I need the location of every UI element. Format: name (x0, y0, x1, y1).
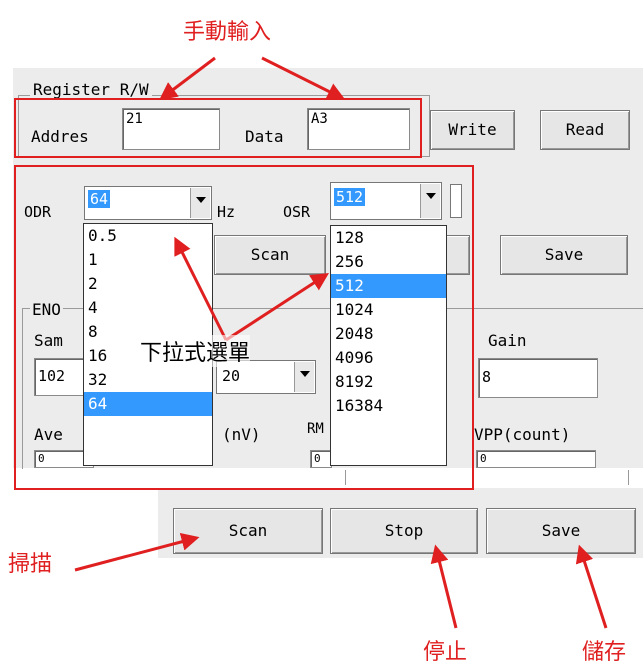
arrow-scan-label (74, 532, 200, 572)
arrow-save-label (575, 544, 608, 629)
save-annotation: 儲存 (582, 640, 627, 665)
arrow-manual-input-to-data (261, 56, 346, 100)
arrow-manual-input-to-address (159, 56, 216, 101)
arrow-dropdown-to-odr (174, 236, 228, 341)
stop-annotation: 停止 (423, 640, 468, 665)
arrow-dropdown-to-osr (225, 273, 330, 342)
arrow-stop-label (430, 544, 458, 629)
dropdown-menu-annotation: 下拉式選單 (140, 335, 251, 367)
scan-annotation: 掃描 (8, 552, 53, 577)
manual-input-annotation: 手動輸入 (183, 20, 272, 45)
annotation-arrows (74, 56, 608, 629)
